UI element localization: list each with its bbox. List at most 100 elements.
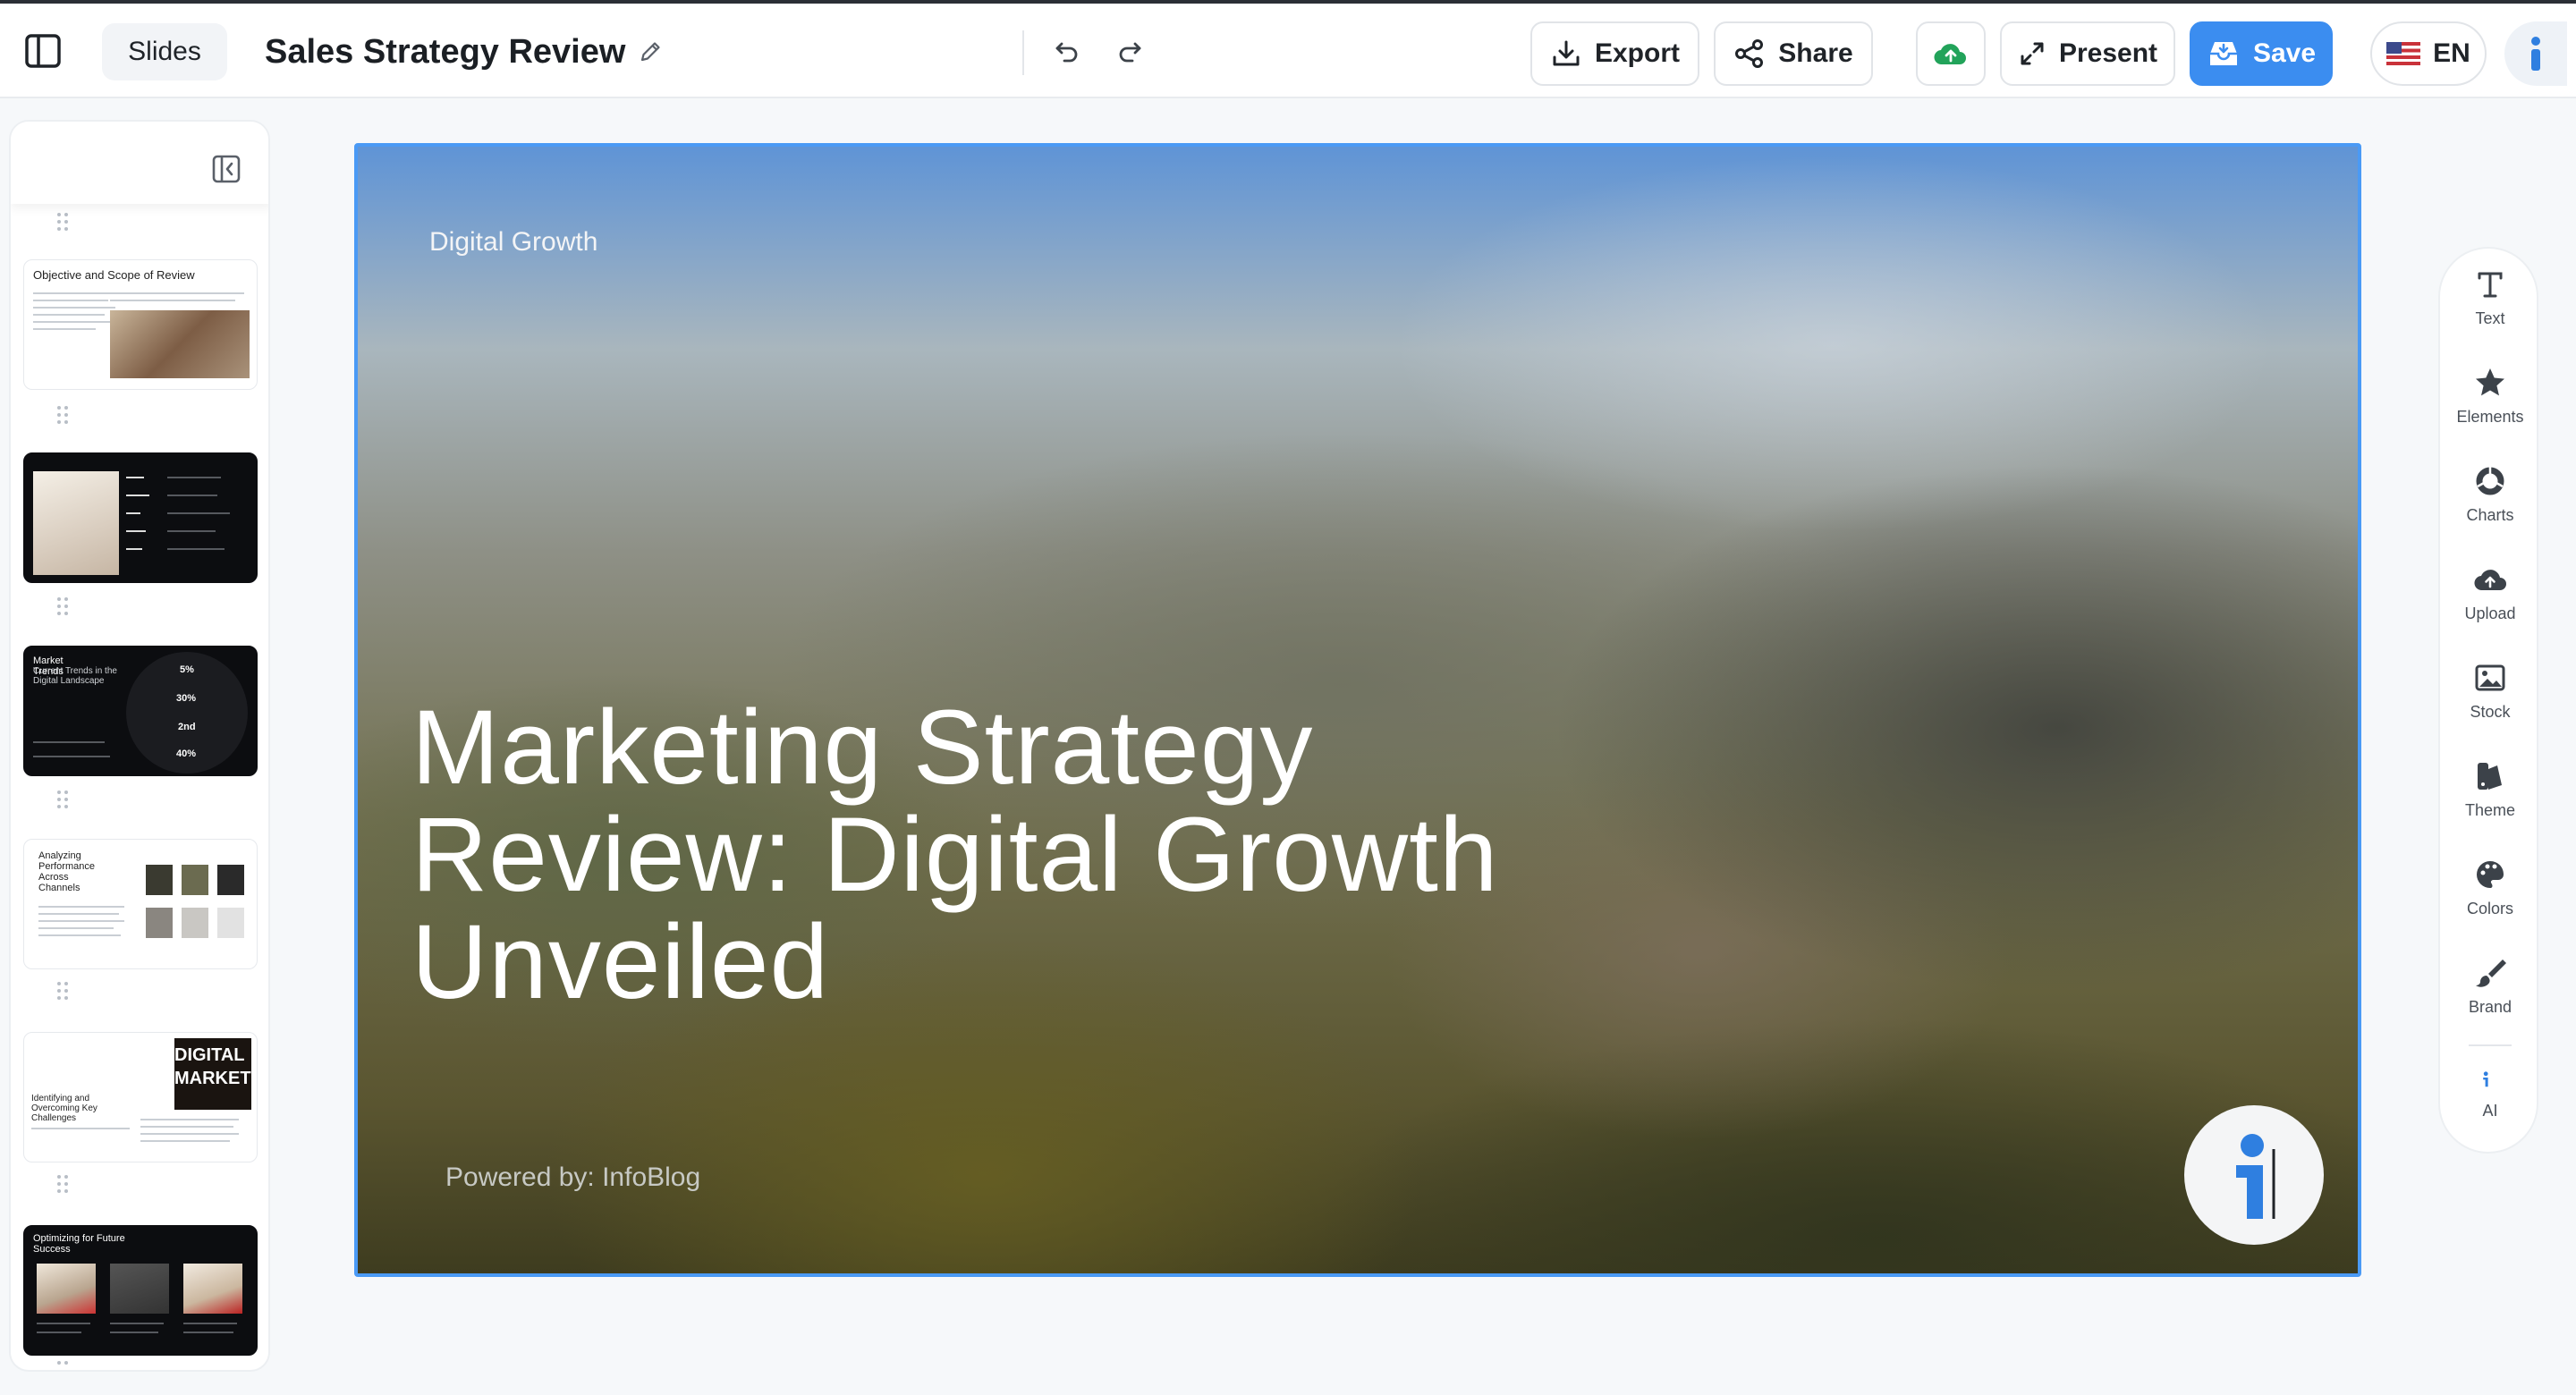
colors-tool-label: Colors: [2466, 900, 2513, 917]
image-gallery-icon: [2475, 664, 2505, 691]
text-tool-label: Text: [2475, 309, 2505, 327]
share-label: Share: [1778, 38, 1853, 68]
save-label: Save: [2252, 38, 2317, 68]
toolbar-divider: [1022, 30, 1024, 75]
brand-tool-label: Brand: [2468, 998, 2512, 1016]
thumbnail-title: Identifying and Overcoming Key Challenge…: [31, 1094, 97, 1123]
thumbnail-banner: DIGITAL MARKETING: [174, 1038, 251, 1110]
text-icon: [2478, 272, 2503, 298]
drag-handle-icon[interactable]: [57, 1175, 70, 1195]
thumbnail-photo: [217, 908, 244, 938]
thumbnail-photo: [146, 865, 173, 895]
undo-icon[interactable]: [1045, 30, 1088, 73]
thumbnail-photo: [110, 310, 250, 378]
slide-thumbnail-goals[interactable]: [23, 452, 258, 583]
share-button[interactable]: Share: [1714, 21, 1873, 86]
charts-tool-label: Charts: [2466, 506, 2514, 524]
drag-handle-icon[interactable]: [57, 213, 70, 232]
document-title-text[interactable]: Sales Strategy Review: [265, 33, 625, 72]
brush-icon: [2476, 960, 2506, 987]
ai-tool[interactable]: AI: [2440, 1066, 2540, 1148]
drag-handle-icon[interactable]: [57, 790, 70, 810]
theme-tool[interactable]: Theme: [2440, 758, 2540, 841]
present-label: Present: [2058, 38, 2158, 68]
cloud-upload-icon: [2474, 570, 2506, 591]
thumbnail-title: Optimizing for Future Success: [33, 1233, 125, 1255]
slide-thumbnail-challenges[interactable]: DIGITAL MARKETING Identifying and Overco…: [23, 1032, 258, 1162]
drag-handle-icon[interactable]: [57, 406, 70, 426]
slide-thumbnail-market-trends[interactable]: Market Trends Current Trends in the Digi…: [23, 646, 258, 776]
tool-rail-divider: [2469, 1044, 2512, 1046]
colors-tool[interactable]: Colors: [2440, 857, 2540, 939]
slide-heading-line: Review: Digital Growth: [411, 796, 1499, 914]
text-tool[interactable]: Text: [2440, 266, 2540, 349]
thumbnail-photo: [182, 865, 208, 895]
thumbnail-photo: [182, 908, 208, 938]
slide-heading-line: Unveiled: [411, 903, 830, 1021]
upload-tool-label: Upload: [2464, 604, 2516, 622]
cloud-sync-button[interactable]: [1916, 21, 1986, 86]
slide-tag-text[interactable]: Digital Growth: [429, 227, 597, 258]
save-button[interactable]: Save: [2190, 21, 2333, 86]
drag-handle-icon[interactable]: [57, 597, 70, 617]
elements-tool[interactable]: Elements: [2440, 365, 2540, 447]
sidebar-toggle-icon[interactable]: [20, 28, 66, 74]
slide-footer-text[interactable]: Powered by: InfoBlog: [445, 1162, 700, 1193]
top-bar: Slides Sales Strategy Review Export Shar…: [0, 0, 2576, 98]
slide-heading-line: Marketing Strategy: [411, 689, 1314, 807]
stock-tool-label: Stock: [2470, 703, 2511, 721]
edit-pencil-icon[interactable]: [638, 39, 663, 64]
us-flag-icon: [2386, 42, 2421, 65]
redo-icon[interactable]: [1109, 30, 1152, 73]
star-icon: [2476, 368, 2504, 396]
export-button[interactable]: Export: [1530, 21, 1699, 86]
present-button[interactable]: Present: [2000, 21, 2175, 86]
language-selector[interactable]: EN: [2370, 21, 2487, 86]
chart-donut-icon: [2476, 467, 2504, 495]
thumbnail-title: Objective and Scope of Review: [33, 268, 195, 282]
upload-tool[interactable]: Upload: [2440, 562, 2540, 644]
thumbnail-banner-text: DIGITAL MARKETING: [174, 1045, 251, 1088]
slide-heading[interactable]: Marketing Strategy Review: Digital Growt…: [411, 694, 1574, 1016]
slide-thumbnail-performance[interactable]: Analyzing Performance Across Channels: [23, 839, 258, 969]
thumbnail-stat: 30%: [176, 693, 197, 704]
brand-tool[interactable]: Brand: [2440, 955, 2540, 1037]
palette-icon: [2477, 861, 2504, 888]
slide-thumbnail-objective[interactable]: Objective and Scope of Review: [23, 259, 258, 390]
thumbnail-photo: [146, 908, 173, 938]
expand-icon: [2021, 42, 2044, 65]
collapse-panel-icon[interactable]: [211, 154, 242, 184]
thumbnail-stat: 40%: [176, 748, 197, 759]
download-icon: [1553, 40, 1580, 66]
brand-logo-icon: [2483, 1071, 2488, 1087]
stock-tool[interactable]: Stock: [2440, 660, 2540, 742]
slide-thumbnail-future[interactable]: Optimizing for Future Success: [23, 1225, 258, 1356]
share-icon: [1735, 39, 1764, 68]
thumbnail-stat: 2nd: [178, 722, 196, 732]
theme-swatch-icon: [2478, 763, 2502, 790]
tool-rail: Text Elements Charts Upload Stock Theme …: [2438, 247, 2538, 1154]
slide-canvas[interactable]: Digital Growth Marketing Strategy Review…: [354, 143, 2361, 1277]
drag-handle-icon[interactable]: [57, 1361, 70, 1370]
thumbnail-stat: 5%: [180, 664, 194, 675]
slides-tab[interactable]: Slides: [102, 23, 227, 80]
export-label: Export: [1594, 38, 1680, 68]
thumbnail-photo: [37, 1264, 96, 1314]
theme-tool-label: Theme: [2464, 801, 2516, 819]
thumbnail-photo: [183, 1264, 242, 1314]
ai-tool-label: AI: [2482, 1102, 2498, 1120]
document-title[interactable]: Sales Strategy Review: [265, 27, 663, 77]
thumbnail-photo: [217, 865, 244, 895]
drag-handle-icon[interactable]: [57, 982, 70, 1002]
user-avatar[interactable]: [2504, 21, 2567, 86]
slide-logo[interactable]: [2184, 1105, 2324, 1245]
thumbnail-photo: [33, 471, 119, 575]
thumbnail-photo: [110, 1264, 169, 1314]
language-label: EN: [2433, 38, 2470, 68]
save-inbox-icon: [2209, 42, 2237, 65]
elements-tool-label: Elements: [2456, 408, 2524, 426]
charts-tool[interactable]: Charts: [2440, 463, 2540, 545]
thumbnail-subtitle: Current Trends in the Digital Landscape: [33, 666, 117, 686]
thumbnail-title: Analyzing Performance Across Channels: [38, 850, 95, 893]
brand-logo-icon: [2236, 1134, 2275, 1219]
